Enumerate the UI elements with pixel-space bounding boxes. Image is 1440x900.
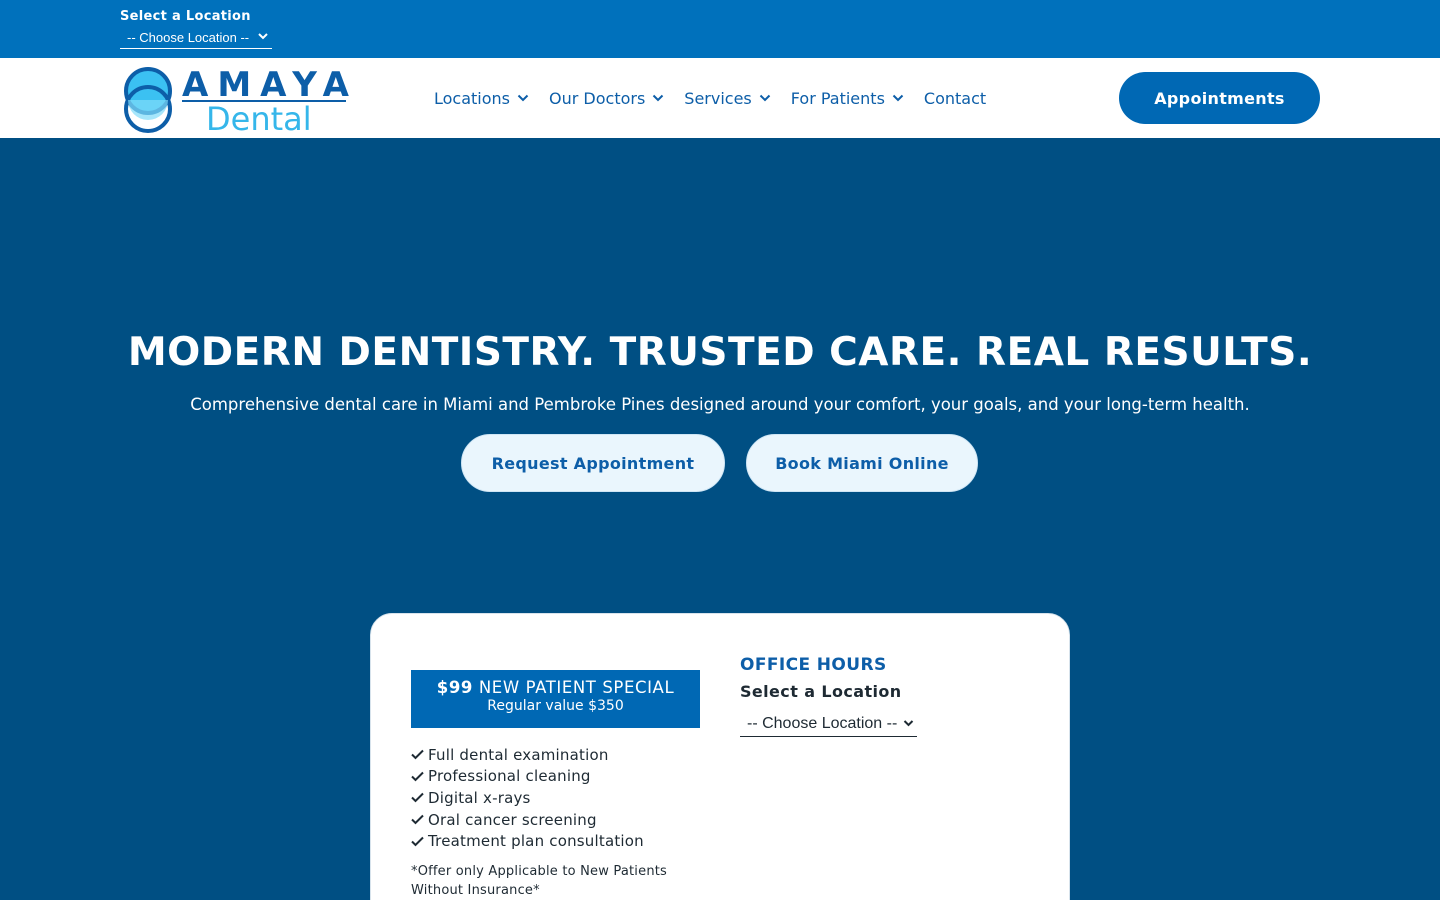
- chevron-down-icon: [517, 94, 529, 102]
- amaya-dental-logo[interactable]: AMAYA Dental: [122, 65, 352, 138]
- book-miami-online-button[interactable]: Book Miami Online: [746, 434, 978, 492]
- list-item: Professional cleaning: [411, 766, 644, 788]
- check-icon: [411, 814, 424, 825]
- nav-label: Contact: [923, 88, 987, 108]
- list-item-label: Full dental examination: [428, 745, 609, 764]
- list-item: Full dental examination: [411, 744, 644, 766]
- nav-label: Our Doctors: [549, 88, 646, 108]
- special-price: $99: [436, 678, 473, 697]
- special-title: NEW PATIENT SPECIAL: [478, 678, 675, 697]
- check-icon: [411, 771, 424, 782]
- check-icon: [411, 750, 424, 760]
- request-appointment-button[interactable]: Request Appointment: [461, 434, 725, 492]
- location-label: Select a Location: [120, 9, 251, 24]
- nav-item-locations[interactable]: Locations: [434, 89, 529, 108]
- check-icon: [411, 836, 424, 847]
- main-nav: Locations Our Doctors Services For Patie…: [434, 86, 1006, 110]
- list-item-label: Digital x-rays: [428, 788, 531, 807]
- office-hours-title: OFFICE HOURS: [740, 655, 887, 675]
- nav-item-our-doctors[interactable]: Our Doctors: [549, 89, 664, 108]
- special-regular-value: Regular value $350: [487, 698, 624, 714]
- chevron-down-icon: [759, 94, 770, 102]
- top-location-bar: Select a Location -- Choose Location --: [0, 0, 1440, 58]
- nav-item-services[interactable]: Services: [684, 89, 770, 108]
- logo-amaya-text: AMAYA: [182, 65, 358, 105]
- list-item-label: Professional cleaning: [428, 767, 591, 786]
- logo-dental-text: Dental: [206, 100, 312, 138]
- special-includes-list: Full dental examination Professional cle…: [411, 744, 644, 852]
- nav-item-contact[interactable]: Contact: [924, 89, 986, 108]
- nav-item-for-patients[interactable]: For Patients: [791, 89, 904, 108]
- location-select[interactable]: -- Choose Location --: [120, 28, 272, 49]
- office-hours-location-label: Select a Location: [740, 682, 902, 701]
- new-patient-special-banner: $99 NEW PATIENT SPECIAL Regular value $3…: [411, 670, 700, 728]
- list-item-label: Oral cancer screening: [428, 810, 597, 829]
- list-item-label: Treatment plan consultation: [428, 832, 644, 851]
- hero-subtitle: Comprehensive dental care in Miami and P…: [190, 395, 1250, 414]
- tooth-rings-logo-icon: [124, 67, 172, 133]
- hero-title: MODERN DENTISTRY. TRUSTED CARE. REAL RES…: [127, 330, 1313, 375]
- site-header: AMAYA Dental Locations Our Doctors Servi…: [0, 58, 1440, 138]
- list-item: Oral cancer screening: [411, 809, 644, 831]
- location-select-value: -- Choose Location --: [127, 30, 250, 45]
- chevron-down-icon: [892, 94, 904, 102]
- office-hours-select-value: -- Choose Location --: [747, 715, 898, 732]
- office-hours-location-select[interactable]: -- Choose Location --: [740, 712, 917, 737]
- chevron-down-icon: [653, 94, 664, 102]
- nav-label: For Patients: [790, 88, 885, 108]
- list-item: Digital x-rays: [411, 787, 644, 809]
- check-icon: [411, 793, 424, 803]
- chevron-down-icon: [258, 33, 268, 40]
- appointments-button[interactable]: Appointments: [1119, 72, 1320, 124]
- logo-wordmark: AMAYA Dental: [182, 65, 349, 138]
- special-disclaimer: *Offer only Applicable to New Patients W…: [411, 864, 668, 898]
- offer-hours-card: $99 NEW PATIENT SPECIAL Regular value $3…: [370, 613, 1070, 900]
- special-heading: $99 NEW PATIENT SPECIAL: [411, 678, 700, 697]
- nav-label: Locations: [434, 88, 511, 108]
- chevron-down-icon: [903, 720, 914, 727]
- list-item: Treatment plan consultation: [411, 830, 644, 852]
- nav-label: Services: [684, 88, 752, 108]
